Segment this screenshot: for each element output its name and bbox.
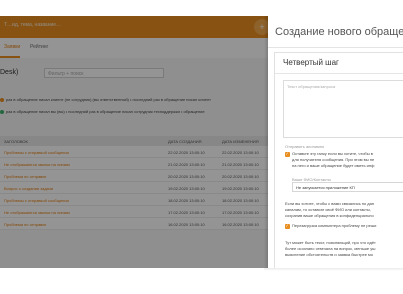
anonymous-label: Отправить анонимно: [285, 144, 325, 149]
checkbox-hint-line: на него и ваше обращение будет иметь инф: [292, 163, 375, 168]
step-title: Четвертый шаг: [283, 58, 339, 67]
divider: [268, 47, 403, 48]
request-text-placeholder: Текст обращения/запроса: [287, 84, 336, 89]
panel-title: Создание нового обращения: [275, 26, 403, 38]
step-card: Четвертый шаг Текст обращения/запроса От…: [274, 52, 403, 268]
info-text-line: сохранив ваше обращения в конфиденциальн…: [285, 213, 374, 218]
app-window: Т…ид, тема, название… + Заявки Рейтинг D…: [0, 0, 403, 294]
divider: [275, 73, 403, 74]
create-request-panel: Создание нового обращения Четвертый шаг …: [268, 16, 403, 268]
contacts-input[interactable]: Не запускается приложение КП: [292, 182, 403, 192]
page-bottom: [0, 268, 403, 294]
request-text-area[interactable]: Текст обращения/запроса: [283, 80, 403, 138]
info-text-line: выяснение обстоятельств и заявка быстрее…: [285, 252, 374, 257]
modal-backdrop[interactable]: [0, 16, 268, 268]
panel-bottom-shadow: [264, 268, 403, 271]
anonymous-checkbox[interactable]: [285, 151, 290, 157]
reboot-checkbox[interactable]: [285, 223, 290, 229]
reboot-checkbox-label: Перезагрузка компьютера проблему не реши: [292, 223, 377, 228]
